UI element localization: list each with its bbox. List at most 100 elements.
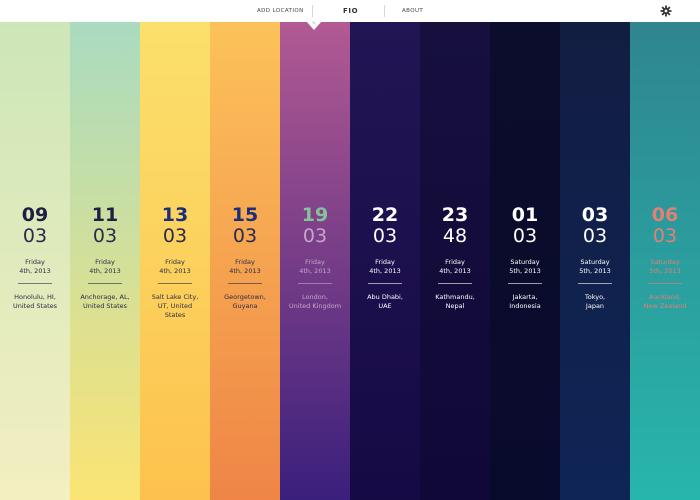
weekday-label: Saturday <box>510 258 540 266</box>
timezone-column-6[interactable]: 22 03 Friday 4th, 2013 Abu Dhabi, UAE <box>350 22 420 500</box>
time-display: 06 03 <box>630 205 700 247</box>
gear-icon[interactable] <box>660 5 672 17</box>
date-display: Friday 4th, 2013 <box>0 258 70 276</box>
hour-value: 09 <box>21 204 49 226</box>
minute-value: 03 <box>162 225 188 247</box>
location-line: Guyana <box>232 302 258 310</box>
hour-value: 23 <box>441 204 469 226</box>
location-line: Auckland, <box>648 293 681 301</box>
weekday-label: Saturday <box>650 258 680 266</box>
date-label: 4th, 2013 <box>439 267 471 275</box>
location-line: States <box>164 311 186 319</box>
location-line: Salt Lake City, <box>151 293 199 301</box>
divider-line <box>508 283 542 284</box>
location-line: Anchorage, AL, <box>80 293 130 301</box>
date-display: Friday 4th, 2013 <box>420 258 490 276</box>
date-label: 5th, 2013 <box>509 267 541 275</box>
top-navigation-bar: ADD LOCATION FIO ABOUT <box>0 0 700 22</box>
minute-value: 03 <box>92 225 118 247</box>
location-line: United States <box>82 302 127 310</box>
weekday-label: Friday <box>445 258 465 266</box>
weekday-label: Friday <box>375 258 395 266</box>
location-line: Japan <box>585 302 605 310</box>
date-display: Friday 4th, 2013 <box>210 258 280 276</box>
location-label: Tokyo, Japan <box>564 293 626 311</box>
weekday-label: Friday <box>305 258 325 266</box>
date-display: Saturday 5th, 2013 <box>630 258 700 276</box>
timezone-column-9[interactable]: 03 03 Saturday 5th, 2013 Tokyo, Japan <box>560 22 630 500</box>
location-label: London, United Kingdom <box>284 293 346 311</box>
hour-value: 22 <box>371 204 399 226</box>
location-line: United Kingdom <box>288 302 342 310</box>
location-label: Salt Lake City, UT, United States <box>144 293 206 320</box>
location-line: Georgetown, <box>224 293 266 301</box>
divider-line <box>228 283 262 284</box>
hour-value: 13 <box>161 204 189 226</box>
date-display: Friday 4th, 2013 <box>280 258 350 276</box>
location-line: New Zealand <box>643 302 687 310</box>
divider-line <box>158 283 192 284</box>
location-label: Kathmandu, Nepal <box>424 293 486 311</box>
brand-logo[interactable]: FIO <box>343 0 358 22</box>
date-display: Saturday 5th, 2013 <box>490 258 560 276</box>
location-line: UAE <box>378 302 392 310</box>
minute-value: 03 <box>652 225 678 247</box>
minute-value: 03 <box>302 225 328 247</box>
location-line: Kathmandu, <box>435 293 475 301</box>
location-label: Jakarta, Indonesia <box>494 293 556 311</box>
location-line: Indonesia <box>509 302 541 310</box>
date-label: 4th, 2013 <box>369 267 401 275</box>
time-display: 01 03 <box>490 205 560 247</box>
add-location-link[interactable]: ADD LOCATION <box>257 0 304 22</box>
divider-line <box>88 283 122 284</box>
timezone-column-10[interactable]: 06 03 Saturday 5th, 2013 Auckland, New Z… <box>630 22 700 500</box>
timezone-column-7[interactable]: 23 48 Friday 4th, 2013 Kathmandu, Nepal <box>420 22 490 500</box>
weekday-label: Friday <box>25 258 45 266</box>
minute-value: 03 <box>372 225 398 247</box>
timezone-columns: 09 03 Friday 4th, 2013 Honolulu, HI, Uni… <box>0 22 700 500</box>
hour-value: 01 <box>511 204 539 226</box>
location-line: Abu Dhabi, <box>367 293 403 301</box>
minute-value: 03 <box>22 225 48 247</box>
divider-line <box>578 283 612 284</box>
drag-handle-icon[interactable]: ✎ <box>312 21 316 27</box>
date-label: 4th, 2013 <box>159 267 191 275</box>
minute-value: 03 <box>582 225 608 247</box>
time-display: 23 48 <box>420 205 490 247</box>
divider-line <box>368 283 402 284</box>
weekday-label: Friday <box>235 258 255 266</box>
location-line: United States <box>12 302 57 310</box>
date-display: Saturday 5th, 2013 <box>560 258 630 276</box>
timezone-column-2[interactable]: 11 03 Friday 4th, 2013 Anchorage, AL, Un… <box>70 22 140 500</box>
hour-value: 06 <box>651 204 679 226</box>
about-link[interactable]: ABOUT <box>402 0 423 22</box>
time-display: 03 03 <box>560 205 630 247</box>
date-label: 4th, 2013 <box>299 267 331 275</box>
timezone-column-3[interactable]: 13 03 Friday 4th, 2013 Salt Lake City, U… <box>140 22 210 500</box>
minute-value: 48 <box>442 225 468 247</box>
location-line: London, <box>302 293 328 301</box>
location-label: Abu Dhabi, UAE <box>354 293 416 311</box>
minute-value: 03 <box>512 225 538 247</box>
time-display: 11 03 <box>70 205 140 247</box>
timezone-column-5[interactable]: 19 03 Friday 4th, 2013 London, United Ki… <box>280 22 350 500</box>
weekday-label: Friday <box>95 258 115 266</box>
divider-line <box>648 283 682 284</box>
location-label: Auckland, New Zealand <box>634 293 696 311</box>
location-line: Tokyo, <box>584 293 606 301</box>
divider-line <box>18 283 52 284</box>
date-label: 4th, 2013 <box>89 267 121 275</box>
timezone-column-4[interactable]: 15 03 Friday 4th, 2013 Georgetown, Guyan… <box>210 22 280 500</box>
timezone-column-8[interactable]: 01 03 Saturday 5th, 2013 Jakarta, Indone… <box>490 22 560 500</box>
location-line: UT, United <box>157 302 193 310</box>
nav-divider <box>384 5 385 17</box>
date-label: 4th, 2013 <box>229 267 261 275</box>
location-line: Jakarta, <box>512 293 538 301</box>
weekday-label: Friday <box>165 258 185 266</box>
timezone-column-1[interactable]: 09 03 Friday 4th, 2013 Honolulu, HI, Uni… <box>0 22 70 500</box>
date-label: 4th, 2013 <box>19 267 51 275</box>
hour-value: 15 <box>231 204 259 226</box>
hour-value: 03 <box>581 204 609 226</box>
location-label: Georgetown, Guyana <box>214 293 276 311</box>
time-display: 15 03 <box>210 205 280 247</box>
